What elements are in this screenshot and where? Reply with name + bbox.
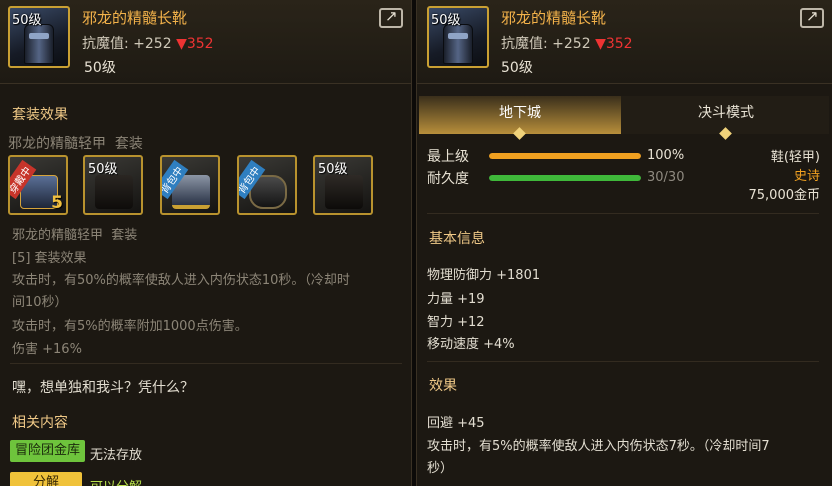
set-bonus-line: 间10秒） — [12, 295, 68, 310]
set-bonus-line: 攻击时，有50%的概率使敌人进入内伤状态10秒。（冷却时 — [12, 273, 350, 288]
tab-dungeon[interactable]: 地下城 — [419, 96, 621, 140]
set-name-label: 邪龙的精髓轻甲 — [12, 228, 104, 243]
item-level: 50级 — [501, 60, 533, 76]
bank-status: 无法存放 — [90, 448, 143, 463]
slot-level: 50级 — [88, 162, 118, 177]
resist-value: 抗魔值: +252 ▼352 — [82, 33, 214, 53]
disassemble-status: 可以分解 — [90, 476, 142, 486]
divider — [427, 361, 819, 362]
tab-label: 地下城 — [499, 105, 541, 121]
set-slot-4[interactable]: 背包中 — [237, 155, 297, 215]
resist-label: 抗魔值: +252 — [82, 36, 177, 52]
item-tooltip-right: 50级 邪龙的精髓长靴 抗魔值: +252 ▼352 50级 地下城 决斗模式 … — [416, 0, 832, 486]
slot-count: 5 — [51, 193, 63, 213]
durability-label: 耐久度 — [427, 171, 469, 187]
resist-label: 抗魔值: +252 — [501, 36, 596, 52]
tab-duel[interactable]: 决斗模式 — [625, 96, 827, 140]
set-slot-1[interactable]: 穿戴中 5 — [8, 155, 68, 215]
mode-tabs: 地下城 决斗模式 — [419, 96, 829, 140]
item-level-badge: 50级 — [431, 13, 461, 28]
disassemble-tag: 分解 — [10, 472, 82, 486]
set-slot-2[interactable]: 50级 — [83, 155, 143, 215]
divider — [10, 363, 402, 364]
item-tooltip-left: 50级 邪龙的精髓长靴 抗魔值: +252 ▼352 50级 套装效果 邪龙的精… — [0, 0, 412, 486]
effect-title: 效果 — [429, 378, 457, 394]
set-name-2: 邪龙的精髓轻甲 套装 — [12, 224, 137, 243]
tab-label: 决斗模式 — [698, 105, 754, 121]
boots-icon — [24, 24, 54, 64]
set-name: 邪龙的精髓轻甲 套装 — [8, 133, 143, 153]
item-type: 鞋(轻甲) — [770, 150, 820, 165]
durability-bar — [489, 175, 641, 181]
item-name: 邪龙的精髓长靴 — [82, 9, 188, 27]
resist-down: ▼352 — [595, 36, 633, 52]
tab-indicator-icon — [513, 127, 526, 140]
item-level-badge: 50级 — [12, 13, 42, 28]
stat-line: 力量 +19 — [427, 292, 485, 307]
set-name-label: 邪龙的精髓轻甲 — [8, 136, 106, 152]
armor-bottom-icon — [95, 175, 133, 209]
item-icon[interactable]: 50级 — [8, 6, 70, 68]
share-button[interactable] — [379, 7, 403, 28]
bank-tag: 冒险团金库 — [10, 440, 86, 462]
effect-line: 秒） — [427, 461, 454, 476]
grade-value: 100% — [647, 148, 685, 163]
flavor-text: 嘿，想单独和我斗？凭什么？ — [12, 380, 194, 396]
grade-bar — [489, 153, 641, 159]
item-level: 50级 — [84, 60, 116, 76]
resist-value: 抗魔值: +252 ▼352 — [501, 33, 633, 53]
basic-info-title: 基本信息 — [429, 231, 485, 247]
effect-line: 攻击时，有5%的概率使敌人进入内伤状态7秒。（冷却时间7 — [427, 439, 770, 454]
related-title: 相关内容 — [12, 415, 68, 431]
set-effect-title: 套装效果 — [12, 107, 68, 123]
set-bonus-line: 伤害 +16% — [12, 342, 82, 357]
grade-bar-fill — [489, 153, 641, 159]
item-price: 75,000金币 — [748, 188, 821, 203]
set-slot-5[interactable]: 50级 — [313, 155, 373, 215]
item-rarity: 史诗 — [793, 169, 820, 184]
stat-line: 移动速度 +4% — [427, 337, 515, 352]
divider — [427, 213, 819, 214]
effect-line: 回避 +45 — [427, 416, 485, 431]
slot-level: 50级 — [318, 162, 348, 177]
grade-label: 最上级 — [427, 149, 469, 165]
item-header: 50级 邪龙的精髓长靴 抗魔值: +252 ▼352 50级 — [417, 0, 832, 84]
resist-down: ▼352 — [176, 36, 214, 52]
set-suffix: 套装 — [114, 136, 143, 152]
set-bonus-head: [5] 套装效果 — [12, 251, 87, 266]
durability-bar-fill — [489, 175, 641, 181]
share-button[interactable] — [800, 7, 824, 28]
item-header: 50级 邪龙的精髓长靴 抗魔值: +252 ▼352 50级 — [0, 0, 411, 84]
durability-value: 30/30 — [647, 170, 685, 185]
stat-line: 物理防御力 +1801 — [427, 268, 541, 283]
armor-boots-icon — [325, 175, 363, 209]
stat-line: 智力 +12 — [427, 315, 485, 330]
set-bonus-line: 攻击时，有5%的概率附加1000点伤害。 — [12, 319, 248, 334]
tab-indicator-icon — [719, 127, 732, 140]
boots-icon — [443, 24, 473, 64]
item-icon[interactable]: 50级 — [427, 6, 489, 68]
set-suffix: 套装 — [111, 228, 138, 243]
item-name: 邪龙的精髓长靴 — [501, 9, 607, 27]
set-slot-3[interactable]: 背包中 — [160, 155, 220, 215]
